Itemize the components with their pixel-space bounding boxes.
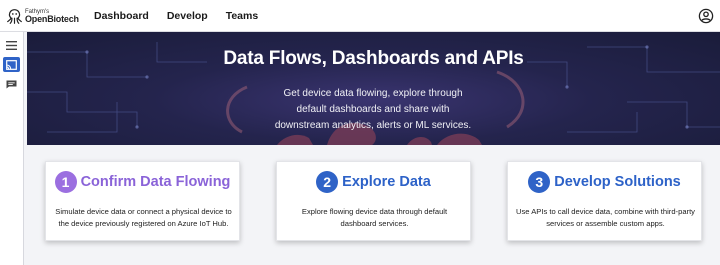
nav-dashboard[interactable]: Dashboard: [94, 10, 149, 22]
step-card-title: Develop Solutions: [554, 174, 681, 190]
octopus-logo-icon: [7, 8, 22, 24]
step-number-badge: 1: [54, 171, 77, 193]
side-rail: [0, 32, 24, 265]
brand-line2: OpenBiotech: [25, 13, 79, 24]
rail-devices-button[interactable]: [3, 57, 20, 72]
nav-teams[interactable]: Teams: [226, 10, 259, 22]
step-card-explore-data[interactable]: 2 Explore Data Explore flowing device da…: [276, 161, 471, 241]
step-card-title: Explore Data: [342, 174, 431, 190]
hero-banner: Data Flows, Dashboards and APIs Get devi…: [27, 32, 720, 145]
brand-logo[interactable]: Fathym's OpenBiotech: [6, 5, 82, 27]
step-card-header: 1 Confirm Data Flowing: [46, 171, 239, 193]
rail-messages-button[interactable]: [3, 77, 20, 92]
step-card-develop-solutions[interactable]: 3 Develop Solutions Use APIs to call dev…: [507, 161, 702, 241]
step-card-description: Explore flowing device data through defa…: [301, 207, 448, 228]
step-card-confirm-data[interactable]: 1 Confirm Data Flowing Simulate device d…: [45, 161, 240, 241]
nav-develop[interactable]: Develop: [167, 10, 208, 22]
top-navigation-bar: Fathym's OpenBiotech Dashboard Develop T…: [0, 0, 720, 32]
step-card-header: 3 Develop Solutions: [508, 171, 701, 193]
menu-toggle-button[interactable]: [3, 38, 20, 53]
hero-title: Data Flows, Dashboards and APIs: [223, 48, 524, 69]
message-icon: [6, 80, 17, 89]
step-card-description: Use APIs to call device data, combine wi…: [516, 207, 695, 228]
step-card-description: Simulate device data or connect a physic…: [55, 207, 232, 228]
step-card-header: 2 Explore Data: [277, 171, 470, 193]
step-number-badge: 3: [528, 171, 551, 193]
step-number-badge: 2: [316, 171, 339, 193]
hamburger-menu-icon: [6, 41, 17, 50]
hero-subtitle: Get device data flowing, explore through…: [274, 88, 472, 131]
main-nav: Dashboard Develop Teams: [94, 10, 258, 22]
step-card-title: Confirm Data Flowing: [80, 174, 231, 190]
cast-icon: [6, 59, 17, 70]
account-circle-icon[interactable]: [698, 8, 714, 24]
